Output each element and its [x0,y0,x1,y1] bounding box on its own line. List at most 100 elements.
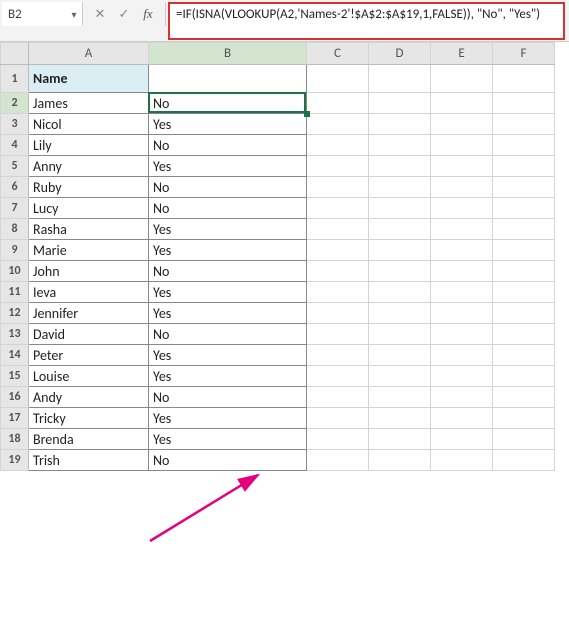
cell-e7[interactable] [431,198,493,219]
cell-f1[interactable] [493,65,555,93]
cell-f2[interactable] [493,93,555,114]
cell-b14[interactable]: Yes [149,345,307,366]
cell-f8[interactable] [493,219,555,240]
cell-e4[interactable] [431,135,493,156]
cell-f17[interactable] [493,408,555,429]
cell-c16[interactable] [307,387,369,408]
cell-c9[interactable] [307,240,369,261]
cell-f16[interactable] [493,387,555,408]
cell-c12[interactable] [307,303,369,324]
cell-b4[interactable]: No [149,135,307,156]
row-header-9[interactable]: 9 [1,240,29,261]
row-header-11[interactable]: 11 [1,282,29,303]
cell-a5[interactable]: Anny [29,156,149,177]
confirm-icon[interactable]: ✓ [115,5,133,23]
cell-e5[interactable] [431,156,493,177]
cell-d13[interactable] [369,324,431,345]
cell-a17[interactable]: Tricky [29,408,149,429]
name-box-dropdown-icon[interactable]: ▾ [66,8,82,21]
cell-a8[interactable]: Rasha [29,219,149,240]
cell-b9[interactable]: Yes [149,240,307,261]
row-header-12[interactable]: 12 [1,303,29,324]
cell-e3[interactable] [431,114,493,135]
cell-f15[interactable] [493,366,555,387]
cell-c15[interactable] [307,366,369,387]
row-header-14[interactable]: 14 [1,345,29,366]
cell-e17[interactable] [431,408,493,429]
cell-d14[interactable] [369,345,431,366]
cell-b6[interactable]: No [149,177,307,198]
cell-b13[interactable]: No [149,324,307,345]
cell-d8[interactable] [369,219,431,240]
row-header-1[interactable]: 1 [1,65,29,93]
cell-e18[interactable] [431,429,493,450]
cell-e6[interactable] [431,177,493,198]
cell-c6[interactable] [307,177,369,198]
cell-a9[interactable]: Marie [29,240,149,261]
cell-e12[interactable] [431,303,493,324]
row-header-4[interactable]: 4 [1,135,29,156]
cell-b7[interactable]: No [149,198,307,219]
cell-b15[interactable]: Yes [149,366,307,387]
cell-a15[interactable]: Louise [29,366,149,387]
cell-b2[interactable]: No [149,93,307,114]
cell-e8[interactable] [431,219,493,240]
cell-a7[interactable]: Lucy [29,198,149,219]
row-header-17[interactable]: 17 [1,408,29,429]
row-header-19[interactable]: 19 [1,450,29,471]
column-header-a[interactable]: A [29,43,149,65]
cell-a16[interactable]: Andy [29,387,149,408]
cell-f13[interactable] [493,324,555,345]
column-header-f[interactable]: F [493,43,555,65]
cell-a11[interactable]: Ieva [29,282,149,303]
cell-a14[interactable]: Peter [29,345,149,366]
row-header-10[interactable]: 10 [1,261,29,282]
cell-c19[interactable] [307,450,369,471]
row-header-16[interactable]: 16 [1,387,29,408]
cell-a6[interactable]: Ruby [29,177,149,198]
cell-b18[interactable]: Yes [149,429,307,450]
cell-a10[interactable]: John [29,261,149,282]
cell-c18[interactable] [307,429,369,450]
cell-b19[interactable]: No [149,450,307,471]
cell-b1[interactable] [149,65,307,93]
cell-d11[interactable] [369,282,431,303]
cell-f14[interactable] [493,345,555,366]
cell-c4[interactable] [307,135,369,156]
cell-e16[interactable] [431,387,493,408]
column-header-c[interactable]: C [307,43,369,65]
cell-f10[interactable] [493,261,555,282]
cell-d19[interactable] [369,450,431,471]
cell-e19[interactable] [431,450,493,471]
header-name-cell[interactable]: Name [29,65,149,93]
cell-c5[interactable] [307,156,369,177]
row-header-2[interactable]: 2 [1,93,29,114]
cell-c17[interactable] [307,408,369,429]
row-header-15[interactable]: 15 [1,366,29,387]
cell-b12[interactable]: Yes [149,303,307,324]
cell-d16[interactable] [369,387,431,408]
cell-e15[interactable] [431,366,493,387]
cell-d9[interactable] [369,240,431,261]
row-header-5[interactable]: 5 [1,156,29,177]
cell-f6[interactable] [493,177,555,198]
cell-f12[interactable] [493,303,555,324]
cell-b5[interactable]: Yes [149,156,307,177]
cell-c13[interactable] [307,324,369,345]
cell-b3[interactable]: Yes [149,114,307,135]
cell-d15[interactable] [369,366,431,387]
cell-c11[interactable] [307,282,369,303]
cell-f19[interactable] [493,450,555,471]
cell-c1[interactable] [307,65,369,93]
cell-d3[interactable] [369,114,431,135]
cell-f7[interactable] [493,198,555,219]
cell-d10[interactable] [369,261,431,282]
cell-f11[interactable] [493,282,555,303]
cell-f9[interactable] [493,240,555,261]
cell-a18[interactable]: Brenda [29,429,149,450]
fx-icon[interactable]: fx [139,5,157,23]
row-header-8[interactable]: 8 [1,219,29,240]
cell-f5[interactable] [493,156,555,177]
cell-b16[interactable]: No [149,387,307,408]
cell-e2[interactable] [431,93,493,114]
